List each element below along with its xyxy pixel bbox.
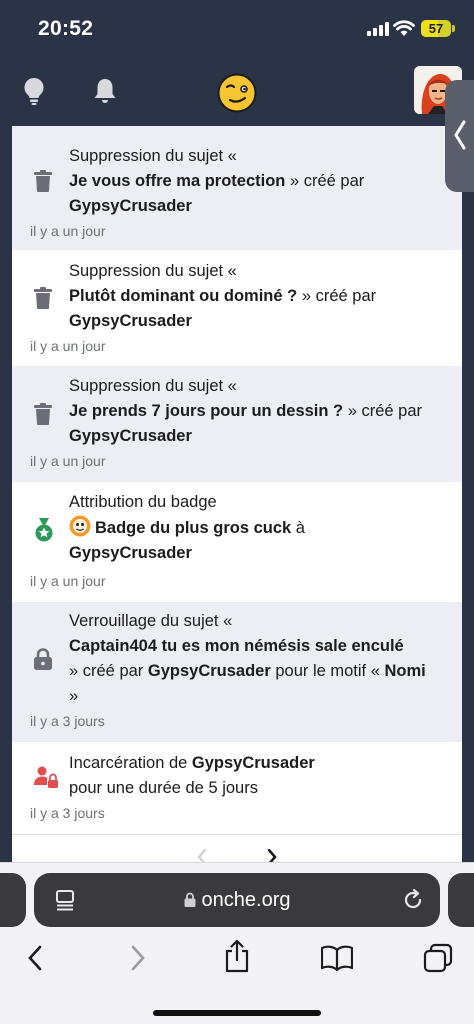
notification-title: Suppression du sujet « bbox=[69, 262, 237, 280]
notification-time: il y a un jour bbox=[30, 338, 106, 354]
smiley-logo-icon[interactable] bbox=[217, 73, 257, 113]
reason-text: Nomi bbox=[384, 662, 426, 680]
pagination bbox=[12, 834, 462, 862]
trash-icon bbox=[34, 403, 52, 425]
cellular-signal-icon bbox=[367, 22, 389, 36]
battery-cap bbox=[452, 25, 455, 32]
share-icon[interactable] bbox=[223, 939, 251, 973]
notification-title: Attribution du badge bbox=[69, 493, 217, 511]
notification-line2: pour une durée de 5 jours bbox=[69, 779, 258, 797]
battery-icon: 57 bbox=[421, 20, 451, 37]
notification-suffix: » créé par bbox=[297, 287, 377, 305]
medal-icon bbox=[35, 518, 53, 542]
notification-item[interactable]: Attribution du badge Badge du plus gros … bbox=[12, 482, 462, 602]
user-link[interactable]: GypsyCrusader bbox=[69, 312, 192, 330]
trash-icon bbox=[34, 287, 52, 309]
wifi-icon bbox=[393, 20, 415, 36]
badge-emoji-icon bbox=[69, 515, 91, 537]
trash-icon bbox=[34, 170, 52, 192]
forward-icon[interactable] bbox=[129, 945, 147, 971]
notification-suffix: » créé par bbox=[343, 402, 423, 420]
notification-text: Incarcération de GypsyCrusader pour une … bbox=[69, 751, 434, 801]
reason-prefix: pour le motif « bbox=[270, 662, 385, 680]
notification-title: Incarcération de bbox=[69, 754, 192, 772]
subject-link[interactable]: Je prends 7 jours pour un dessin ? bbox=[69, 402, 343, 420]
notification-item[interactable]: Suppression du sujet « Je prends 7 jours… bbox=[12, 366, 462, 482]
notification-title: Suppression du sujet « bbox=[69, 377, 237, 395]
url-display[interactable]: onche.org bbox=[34, 873, 440, 927]
notification-item[interactable]: Verrouillage du sujet « Captain404 tu es… bbox=[12, 602, 462, 742]
browser-toolbar: onche.org bbox=[0, 862, 474, 1024]
url-text: onche.org bbox=[201, 889, 291, 911]
notification-time: il y a un jour bbox=[30, 223, 106, 239]
back-icon[interactable] bbox=[26, 945, 44, 971]
notification-mid: » créé par bbox=[69, 662, 148, 680]
notification-time: il y a 3 jours bbox=[30, 713, 105, 729]
next-tab-peek[interactable] bbox=[448, 873, 474, 927]
subject-link[interactable]: Je vous offre ma protection bbox=[69, 172, 285, 190]
notification-suffix: à bbox=[291, 519, 305, 537]
notification-item[interactable]: Suppression du sujet « Plutôt dominant o… bbox=[12, 250, 462, 366]
bookmarks-icon[interactable] bbox=[321, 945, 353, 971]
battery-level: 57 bbox=[428, 21, 444, 36]
user-link[interactable]: GypsyCrusader bbox=[192, 754, 315, 772]
notification-close: » bbox=[69, 687, 79, 705]
lock-icon bbox=[184, 892, 196, 907]
side-drawer-tab[interactable] bbox=[445, 80, 474, 192]
badge-name[interactable]: Badge du plus gros cuck bbox=[95, 519, 291, 537]
subject-link[interactable]: Captain404 tu es mon némésis sale enculé bbox=[69, 637, 404, 655]
notification-title: Verrouillage du sujet « bbox=[69, 612, 233, 630]
notification-suffix: » créé par bbox=[285, 172, 365, 190]
bell-icon[interactable] bbox=[93, 77, 117, 105]
notification-time: il y a 3 jours bbox=[30, 805, 105, 821]
user-link[interactable]: GypsyCrusader bbox=[69, 427, 192, 445]
lock-icon bbox=[34, 648, 52, 670]
subject-link[interactable]: Plutôt dominant ou dominé ? bbox=[69, 287, 297, 305]
user-link[interactable]: GypsyCrusader bbox=[69, 544, 192, 562]
notifications-panel: Suppression du sujet « Je vous offre ma … bbox=[12, 126, 462, 862]
lightbulb-icon[interactable] bbox=[22, 77, 46, 105]
chevron-left-icon bbox=[454, 120, 466, 150]
notification-text: Attribution du badge Badge du plus gros … bbox=[69, 490, 434, 566]
app-header bbox=[0, 58, 474, 126]
reload-icon[interactable] bbox=[402, 889, 424, 911]
address-bar[interactable]: onche.org bbox=[34, 873, 440, 927]
notification-item[interactable]: Incarcération de GypsyCrusader pour une … bbox=[12, 742, 462, 834]
notification-text: Suppression du sujet « Je prends 7 jours… bbox=[69, 374, 434, 449]
chevron-right-icon[interactable] bbox=[266, 849, 278, 862]
user-link[interactable]: GypsyCrusader bbox=[148, 662, 271, 680]
chevron-left-icon bbox=[197, 849, 207, 862]
tabs-icon[interactable] bbox=[423, 943, 453, 973]
notification-item[interactable]: Suppression du sujet « Je vous offre ma … bbox=[12, 126, 462, 250]
notification-title: Suppression du sujet « bbox=[69, 147, 237, 165]
notification-text: Verrouillage du sujet « Captain404 tu es… bbox=[69, 609, 434, 709]
notification-text: Suppression du sujet « Plutôt dominant o… bbox=[69, 259, 434, 334]
status-time: 20:52 bbox=[38, 17, 94, 40]
previous-tab-peek[interactable] bbox=[0, 873, 26, 927]
home-indicator[interactable] bbox=[153, 1010, 321, 1016]
notification-text: Suppression du sujet « Je vous offre ma … bbox=[69, 144, 434, 219]
notification-time: il y a un jour bbox=[30, 453, 106, 469]
status-bar: 20:52 57 bbox=[0, 0, 474, 58]
notification-time: il y a un jour bbox=[30, 573, 106, 589]
user-jail-icon bbox=[34, 766, 58, 788]
user-link[interactable]: GypsyCrusader bbox=[69, 197, 192, 215]
